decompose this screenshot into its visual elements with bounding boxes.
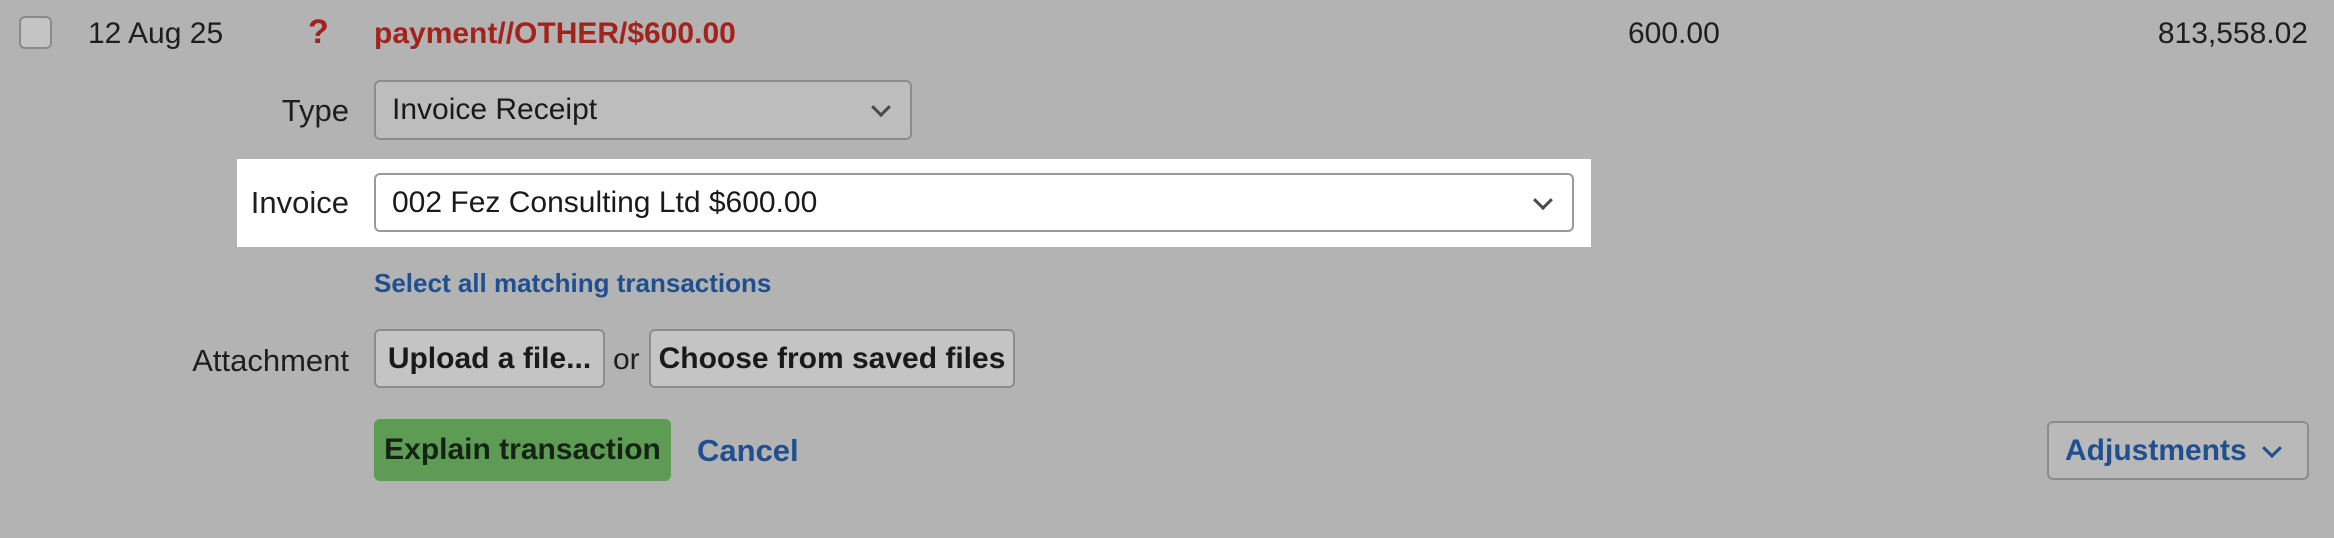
invoice-select[interactable]: 002 Fez Consulting Ltd $600.00 — [374, 173, 1574, 232]
type-label: Type — [281, 93, 349, 128]
chevron-down-icon — [2262, 437, 2282, 458]
upload-file-button[interactable]: Upload a file... — [374, 329, 605, 388]
attachment-label: Attachment — [192, 343, 349, 378]
invoice-label: Invoice — [250, 185, 349, 220]
type-select[interactable]: Invoice Receipt — [374, 80, 912, 140]
adjustments-button[interactable]: Adjustments — [2047, 421, 2309, 480]
transaction-description: payment//OTHER/$600.00 — [374, 17, 736, 50]
choose-saved-files-button[interactable]: Choose from saved files — [649, 329, 1015, 388]
chevron-down-icon — [1533, 189, 1553, 210]
transaction-date: 12 Aug 25 — [88, 17, 224, 50]
type-select-value: Invoice Receipt — [392, 93, 598, 126]
adjustments-label: Adjustments — [2065, 433, 2247, 467]
transaction-amount: 600.00 — [1628, 17, 1720, 50]
cancel-link[interactable]: Cancel — [697, 432, 799, 470]
row-select-checkbox[interactable] — [19, 16, 52, 49]
invoice-select-value: 002 Fez Consulting Ltd $600.00 — [392, 185, 818, 219]
select-all-matching-link[interactable]: Select all matching transactions — [374, 266, 771, 300]
transaction-balance: 813,558.02 — [2157, 17, 2308, 50]
chevron-down-icon — [871, 97, 891, 118]
explain-transaction-button[interactable]: Explain transaction — [374, 419, 671, 481]
question-mark-icon: ? — [308, 13, 329, 51]
or-separator: or — [613, 343, 640, 376]
